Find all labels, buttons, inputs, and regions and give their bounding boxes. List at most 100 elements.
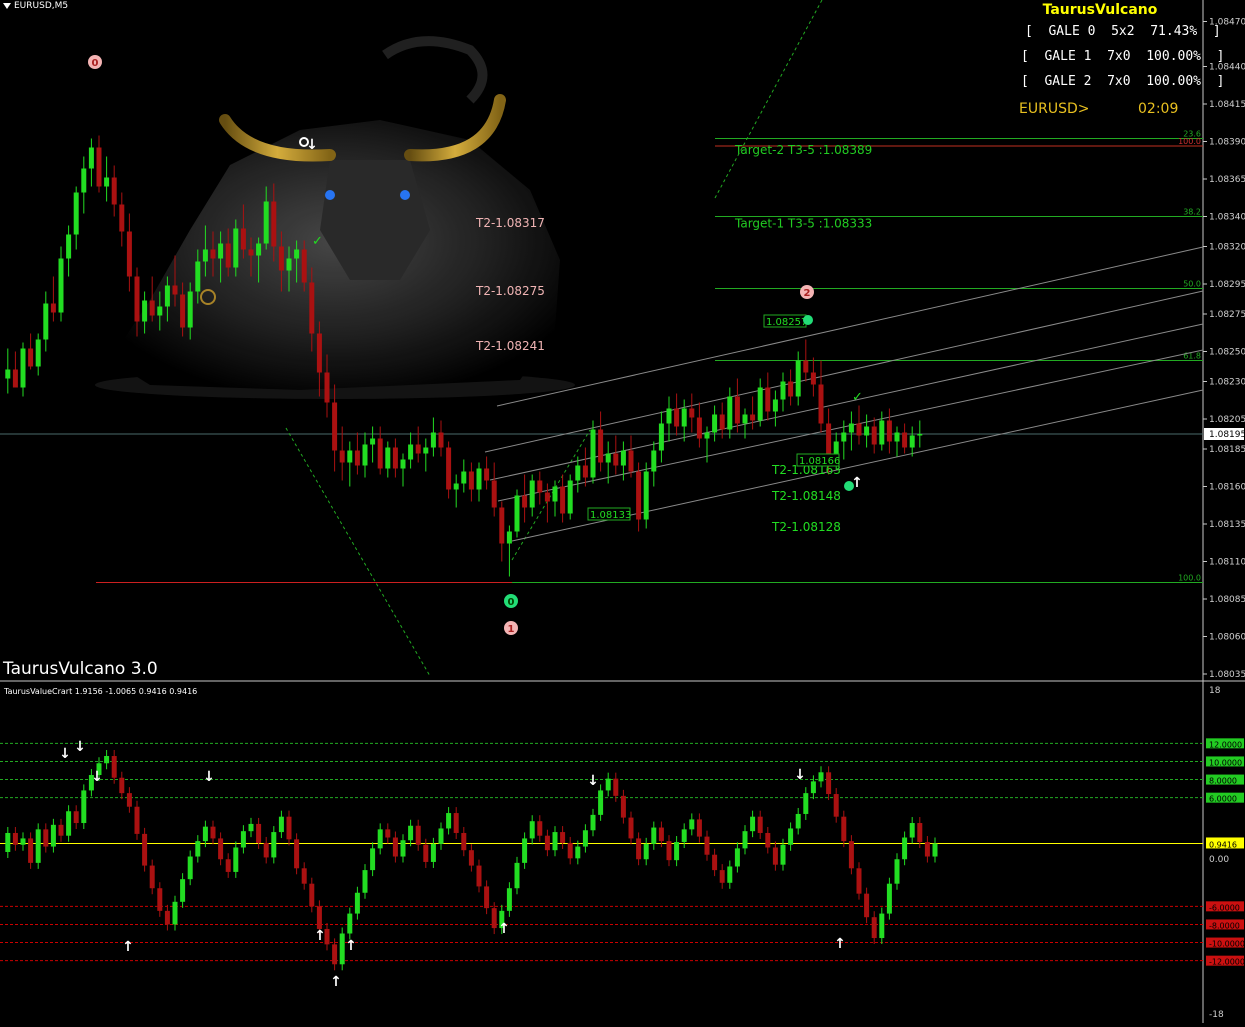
osc-body — [50, 824, 56, 847]
price-tick-label: 1.08340 — [1209, 213, 1245, 223]
fib-level-label: 61.8 — [1183, 352, 1201, 361]
osc-body — [765, 832, 771, 848]
price-tick-label: 1.08390 — [1209, 138, 1245, 148]
t2-label: T2-1.08241 — [475, 339, 545, 353]
candle-body — [271, 201, 277, 247]
candle-body — [195, 261, 201, 292]
osc-body — [210, 826, 216, 839]
level-label: 10.0000 — [1209, 758, 1242, 767]
candle-body — [879, 420, 885, 445]
price-box-label: 1.08257 — [766, 317, 807, 328]
osc-body — [370, 848, 376, 871]
candle-body — [73, 192, 79, 235]
candle-body — [636, 471, 642, 520]
osc-body — [339, 933, 345, 965]
osc-body — [195, 841, 201, 857]
candle-body — [294, 249, 300, 259]
osc-body — [225, 859, 231, 872]
candle-body — [43, 303, 49, 340]
candle-body — [598, 429, 604, 463]
target-label: Target-2 T3-5 :1.08389 — [734, 143, 872, 157]
candle-body — [696, 417, 702, 439]
candle-body — [506, 531, 512, 544]
osc-body — [590, 814, 596, 831]
candle-body — [712, 414, 718, 433]
fib-level-label: 50.0 — [1183, 280, 1201, 289]
candle-body — [643, 471, 649, 520]
price-tick-label: 1.08365 — [1209, 175, 1245, 185]
osc-body — [810, 781, 816, 794]
osc-body — [917, 823, 923, 843]
osc-body — [301, 868, 307, 884]
candle-body — [35, 339, 41, 367]
price-box-label: 1.08166 — [799, 456, 840, 467]
candle-body — [126, 231, 132, 277]
candle-body — [58, 258, 64, 313]
osc-body — [12, 832, 18, 845]
osc-body — [826, 772, 832, 795]
candle-body — [240, 228, 246, 250]
price-tick-label: 1.08060 — [1209, 633, 1245, 643]
candle-body — [96, 147, 102, 187]
indicator-name: TaurusVulcano 3.0 — [3, 659, 158, 679]
osc-body — [696, 819, 702, 837]
osc-body — [598, 790, 604, 815]
osc-body — [43, 829, 49, 847]
candle-body — [909, 435, 915, 448]
signal-circle-icon — [803, 315, 813, 325]
osc-body — [833, 794, 839, 817]
down-arrow-icon: ↓ — [59, 746, 71, 762]
candle-body — [377, 438, 383, 469]
candle-body — [218, 243, 224, 259]
osc-body — [522, 838, 528, 863]
osc-body — [757, 816, 763, 833]
t2-label: T2-1.08275 — [475, 284, 545, 298]
osc-body — [294, 839, 300, 869]
osc-body — [582, 830, 588, 847]
osc-body — [620, 795, 626, 818]
level-label: 8.0000 — [1209, 777, 1237, 786]
osc-body — [909, 823, 915, 838]
down-arrow-icon: ↓ — [587, 773, 599, 789]
osc-body — [157, 888, 163, 911]
price-tick-label: 1.08135 — [1209, 520, 1245, 530]
symbol-text: EURUSD,M5 — [14, 1, 69, 11]
main-chart[interactable]: 23.6100.038.250.061.8100.0Target-2 T3-5 … — [0, 0, 1245, 1023]
osc-body — [864, 893, 870, 918]
fib-level-label: 38.2 — [1183, 208, 1201, 217]
candle-body — [795, 360, 801, 397]
osc-tick-label: 18 — [1209, 686, 1221, 696]
candle-body — [225, 243, 231, 268]
osc-body — [658, 827, 664, 842]
price-box-label: 1.08133 — [590, 510, 631, 521]
osc-body — [187, 856, 193, 880]
price-tick-label: 1.08440 — [1209, 63, 1245, 73]
osc-body — [316, 906, 322, 929]
osc-body — [704, 836, 710, 855]
osc-body — [430, 843, 436, 862]
osc-body — [332, 944, 338, 965]
osc-body — [286, 816, 292, 840]
osc-body — [149, 865, 155, 889]
candle-body — [674, 408, 680, 427]
osc-bar — [142, 827, 148, 872]
candle-body — [902, 432, 908, 448]
osc-body — [727, 866, 733, 883]
dropdown-triangle-icon[interactable] — [3, 2, 11, 9]
fib-level-label: 100.0 — [1178, 137, 1201, 146]
candle-body — [164, 285, 170, 307]
osc-body — [902, 837, 908, 860]
candle-body — [248, 249, 254, 256]
candle — [567, 474, 573, 520]
t2-label: T2-1.08128 — [771, 520, 841, 534]
osc-body — [309, 883, 315, 907]
osc-body — [803, 793, 809, 814]
candle-body — [552, 486, 558, 502]
osc-body — [248, 823, 254, 832]
candle-body — [400, 459, 406, 469]
osc-body — [438, 828, 444, 844]
osc-body — [5, 832, 11, 852]
candle-body — [187, 291, 193, 328]
osc-bar — [81, 784, 87, 830]
check-icon: ✓ — [312, 234, 323, 249]
